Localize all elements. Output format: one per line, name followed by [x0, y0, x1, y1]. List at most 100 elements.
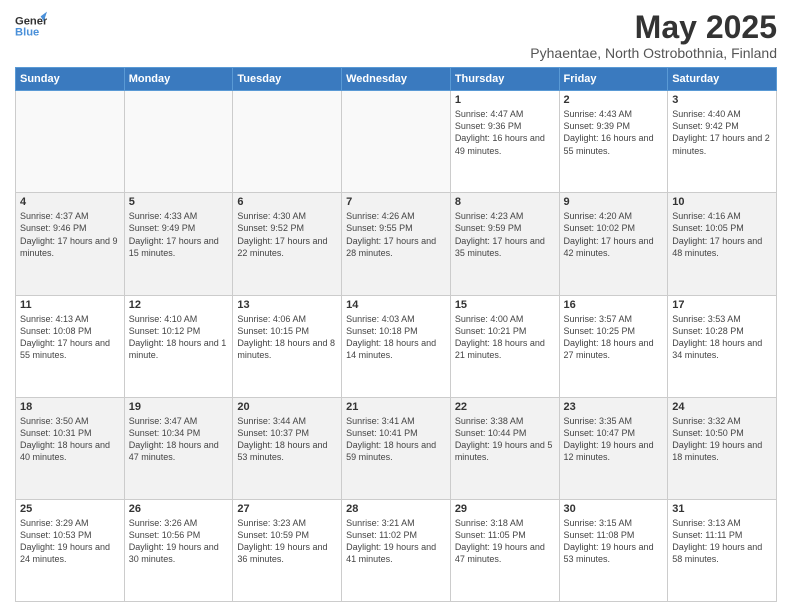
page-title: May 2025	[530, 10, 777, 45]
table-row: 15 Sunrise: 4:00 AM Sunset: 10:21 PM Dayl…	[450, 295, 559, 397]
day-info: Sunrise: 4:20 AM Sunset: 10:02 PM Daylig…	[564, 210, 664, 259]
col-monday: Monday	[124, 68, 233, 91]
page: General Blue May 2025 Pyhaentae, North O…	[0, 0, 792, 612]
table-row: 19 Sunrise: 3:47 AM Sunset: 10:34 PM Dayl…	[124, 397, 233, 499]
table-row	[233, 91, 342, 193]
col-sunday: Sunday	[16, 68, 125, 91]
header: General Blue May 2025 Pyhaentae, North O…	[15, 10, 777, 61]
table-row: 2 Sunrise: 4:43 AM Sunset: 9:39 PM Daylig…	[559, 91, 668, 193]
table-row: 11Sunrise: 4:13 AM Sunset: 10:08 PM Dayl…	[16, 295, 125, 397]
table-row: 24Sunrise: 3:32 AM Sunset: 10:50 PM Dayl…	[668, 397, 777, 499]
day-info: Sunrise: 4:03 AM Sunset: 10:18 PM Daylig…	[346, 313, 446, 362]
table-row: 17 Sunrise: 3:53 AM Sunset: 10:28 PM Dayl…	[668, 295, 777, 397]
day-number: 25	[20, 503, 120, 515]
day-number: 8	[455, 196, 555, 208]
calendar-week-row: 25 Sunrise: 3:29 AM Sunset: 10:53 PM Dayl…	[16, 499, 777, 601]
day-number: 15	[455, 299, 555, 311]
table-row	[342, 91, 451, 193]
table-row: 31 Sunrise: 3:13 AM Sunset: 11:11 PM Dayl…	[668, 499, 777, 601]
day-info: Sunrise: 4:26 AM Sunset: 9:55 PM Dayligh…	[346, 210, 446, 259]
day-info: Sunrise: 4:00 AM Sunset: 10:21 PM Daylig…	[455, 313, 555, 362]
page-subtitle: Pyhaentae, North Ostrobothnia, Finland	[530, 45, 777, 61]
table-row: 10Sunrise: 4:16 AM Sunset: 10:05 PM Dayl…	[668, 193, 777, 295]
table-row: 4Sunrise: 4:37 AM Sunset: 9:46 PM Daylig…	[16, 193, 125, 295]
day-info: Sunrise: 4:13 AM Sunset: 10:08 PM Daylig…	[20, 313, 120, 362]
svg-text:Blue: Blue	[15, 27, 39, 39]
table-row: 1Sunrise: 4:47 AM Sunset: 9:36 PM Daylig…	[450, 91, 559, 193]
table-row: 8 Sunrise: 4:23 AM Sunset: 9:59 PM Daylig…	[450, 193, 559, 295]
day-info: Sunrise: 4:06 AM Sunset: 10:15 PM Daylig…	[237, 313, 337, 362]
day-number: 20	[237, 401, 337, 413]
table-row	[16, 91, 125, 193]
table-row: 14 Sunrise: 4:03 AM Sunset: 10:18 PM Dayl…	[342, 295, 451, 397]
day-info: Sunrise: 3:41 AM Sunset: 10:41 PM Daylig…	[346, 415, 446, 464]
table-row: 9 Sunrise: 4:20 AM Sunset: 10:02 PM Dayli…	[559, 193, 668, 295]
calendar-week-row: 18 Sunrise: 3:50 AM Sunset: 10:31 PM Dayl…	[16, 397, 777, 499]
day-info: Sunrise: 3:50 AM Sunset: 10:31 PM Daylig…	[20, 415, 120, 464]
day-number: 16	[564, 299, 664, 311]
day-number: 6	[237, 196, 337, 208]
day-number: 27	[237, 503, 337, 515]
logo-icon: General Blue	[15, 10, 47, 42]
day-number: 4	[20, 196, 120, 208]
table-row: 21 Sunrise: 3:41 AM Sunset: 10:41 PM Dayl…	[342, 397, 451, 499]
day-info: Sunrise: 4:43 AM Sunset: 9:39 PM Dayligh…	[564, 108, 664, 157]
day-info: Sunrise: 4:40 AM Sunset: 9:42 PM Dayligh…	[672, 108, 772, 157]
day-number: 19	[129, 401, 229, 413]
day-info: Sunrise: 3:13 AM Sunset: 11:11 PM Daylig…	[672, 517, 772, 566]
col-saturday: Saturday	[668, 68, 777, 91]
day-info: Sunrise: 3:18 AM Sunset: 11:05 PM Daylig…	[455, 517, 555, 566]
day-number: 7	[346, 196, 446, 208]
day-number: 13	[237, 299, 337, 311]
title-area: May 2025 Pyhaentae, North Ostrobothnia, …	[530, 10, 777, 61]
day-number: 18	[20, 401, 120, 413]
day-info: Sunrise: 3:29 AM Sunset: 10:53 PM Daylig…	[20, 517, 120, 566]
table-row: 7 Sunrise: 4:26 AM Sunset: 9:55 PM Daylig…	[342, 193, 451, 295]
col-thursday: Thursday	[450, 68, 559, 91]
table-row	[124, 91, 233, 193]
day-info: Sunrise: 3:26 AM Sunset: 10:56 PM Daylig…	[129, 517, 229, 566]
day-number: 23	[564, 401, 664, 413]
day-info: Sunrise: 3:47 AM Sunset: 10:34 PM Daylig…	[129, 415, 229, 464]
day-info: Sunrise: 3:38 AM Sunset: 10:44 PM Daylig…	[455, 415, 555, 464]
day-number: 31	[672, 503, 772, 515]
day-number: 3	[672, 94, 772, 106]
table-row: 22 Sunrise: 3:38 AM Sunset: 10:44 PM Dayl…	[450, 397, 559, 499]
day-number: 5	[129, 196, 229, 208]
table-row: 12 Sunrise: 4:10 AM Sunset: 10:12 PM Dayl…	[124, 295, 233, 397]
day-number: 9	[564, 196, 664, 208]
day-number: 28	[346, 503, 446, 515]
day-info: Sunrise: 3:32 AM Sunset: 10:50 PM Daylig…	[672, 415, 772, 464]
day-number: 1	[455, 94, 555, 106]
day-number: 21	[346, 401, 446, 413]
day-number: 2	[564, 94, 664, 106]
day-number: 30	[564, 503, 664, 515]
table-row: 6 Sunrise: 4:30 AM Sunset: 9:52 PM Daylig…	[233, 193, 342, 295]
day-info: Sunrise: 3:57 AM Sunset: 10:25 PM Daylig…	[564, 313, 664, 362]
day-number: 22	[455, 401, 555, 413]
day-number: 14	[346, 299, 446, 311]
day-info: Sunrise: 3:44 AM Sunset: 10:37 PM Daylig…	[237, 415, 337, 464]
day-info: Sunrise: 4:33 AM Sunset: 9:49 PM Dayligh…	[129, 210, 229, 259]
col-tuesday: Tuesday	[233, 68, 342, 91]
table-row: 5 Sunrise: 4:33 AM Sunset: 9:49 PM Daylig…	[124, 193, 233, 295]
day-info: Sunrise: 4:30 AM Sunset: 9:52 PM Dayligh…	[237, 210, 337, 259]
table-row: 18 Sunrise: 3:50 AM Sunset: 10:31 PM Dayl…	[16, 397, 125, 499]
calendar-table: Sunday Monday Tuesday Wednesday Thursday…	[15, 67, 777, 602]
calendar-week-row: 11Sunrise: 4:13 AM Sunset: 10:08 PM Dayl…	[16, 295, 777, 397]
table-row: 13 Sunrise: 4:06 AM Sunset: 10:15 PM Dayl…	[233, 295, 342, 397]
day-number: 10	[672, 196, 772, 208]
calendar-header-row: Sunday Monday Tuesday Wednesday Thursday…	[16, 68, 777, 91]
day-number: 12	[129, 299, 229, 311]
col-wednesday: Wednesday	[342, 68, 451, 91]
day-info: Sunrise: 3:53 AM Sunset: 10:28 PM Daylig…	[672, 313, 772, 362]
day-number: 17	[672, 299, 772, 311]
day-info: Sunrise: 3:21 AM Sunset: 11:02 PM Daylig…	[346, 517, 446, 566]
table-row: 26Sunrise: 3:26 AM Sunset: 10:56 PM Dayl…	[124, 499, 233, 601]
day-info: Sunrise: 4:10 AM Sunset: 10:12 PM Daylig…	[129, 313, 229, 362]
table-row: 3 Sunrise: 4:40 AM Sunset: 9:42 PM Daylig…	[668, 91, 777, 193]
calendar-week-row: 4Sunrise: 4:37 AM Sunset: 9:46 PM Daylig…	[16, 193, 777, 295]
day-info: Sunrise: 4:23 AM Sunset: 9:59 PM Dayligh…	[455, 210, 555, 259]
table-row: 28 Sunrise: 3:21 AM Sunset: 11:02 PM Dayl…	[342, 499, 451, 601]
logo: General Blue	[15, 10, 47, 42]
